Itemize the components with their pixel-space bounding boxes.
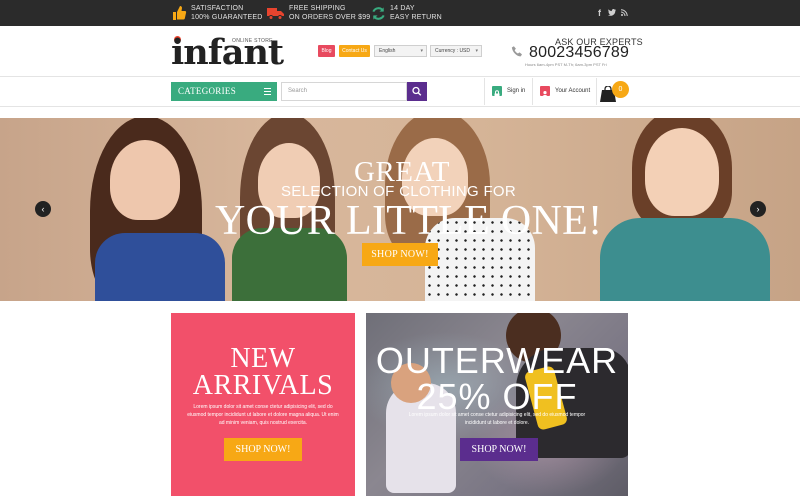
blog-link[interactable]: Blog [318,45,335,57]
your-account-link[interactable]: Your Account [555,88,590,94]
language-value: English [379,48,396,54]
child-dress [95,233,225,301]
promo-text: 14 DAY EASY RETURN [390,4,442,22]
outerwear-shop-now-button[interactable]: SHOP NOW! [460,438,538,461]
new-arrivals-title-line1: NEW [230,343,296,374]
search-input[interactable]: Search [281,82,407,101]
new-arrivals-banner[interactable]: NEW ARRIVALS Lorem ipsum dolor sit amet … [171,313,355,496]
phone-icon [511,46,522,57]
support-hours: Hours 6am-4pm PST M-Th; 6am-3pm PST Fri [525,62,607,67]
sign-in-link[interactable]: Sign in [507,88,525,94]
top-bar: SATISFACTION 100% GUARANTEED FREE SHIPPI… [0,0,800,26]
thumbs-up-icon [173,6,187,20]
new-arrivals-shop-now-button[interactable]: SHOP NOW! [224,438,302,461]
promo-line: ON ORDERS OVER $99 [289,14,371,21]
twitter-icon[interactable] [608,9,616,16]
new-arrivals-description: Lorem ipsum dolor sit amet conse ctetur … [187,404,339,426]
new-arrivals-title-line2: ARRIVALS [192,370,334,401]
outerwear-title-line1: OUTERWEAR [375,340,619,381]
nav-separator [596,78,597,105]
chevron-down-icon: ▾ [475,48,478,54]
hero-slider[interactable]: GREAT SELECTION OF CLOTHING FOR YOUR LIT… [0,118,800,301]
promo-line: EASY RETURN [390,14,442,21]
language-select[interactable]: English ▾ [374,45,427,57]
child-face [645,128,719,216]
slider-prev-arrow-icon[interactable]: ‹ [35,201,51,217]
categories-label: CATEGORIES [178,86,237,96]
promo-line: SATISFACTION [191,5,244,12]
promo-line: 100% GUARANTEED [191,14,263,21]
promo-line: FREE SHIPPING [289,5,346,12]
cart-count-badge[interactable]: 0 [612,81,629,98]
nav-separator [484,78,485,105]
phone-number[interactable]: 80023456789 [529,44,629,62]
promo-text: FREE SHIPPING ON ORDERS OVER $99 [289,4,370,22]
promo-satisfaction: SATISFACTION 100% GUARANTEED [171,4,262,22]
chevron-down-icon: ▾ [420,48,423,54]
categories-menu-button[interactable]: CATEGORIES [171,82,277,101]
outerwear-description: Lorem ipsum dolor sit amet conse ctetur … [408,412,586,426]
promo-return: 14 DAY EASY RETURN [371,4,442,22]
hero-headline-main: YOUR LITTLE ONE! [215,198,603,244]
rss-icon[interactable] [621,9,628,16]
search-icon [412,86,422,96]
child-dress [600,218,770,301]
header-divider [0,76,800,77]
slider-next-arrow-icon[interactable]: › [750,201,766,217]
currency-value: Currency : USD [435,48,471,54]
search-button[interactable] [407,82,427,101]
facebook-icon[interactable]: f [598,8,601,18]
currency-select[interactable]: Currency : USD ▾ [430,45,482,57]
promo-line: 14 DAY [390,5,415,12]
outerwear-title-line2: 25% OFF [416,376,578,417]
logo-tagline: ONLINE STORE [232,38,273,44]
hero-shop-now-button[interactable]: SHOP NOW! [362,243,438,266]
child-face [110,140,180,220]
hamburger-icon [264,88,271,97]
nav-separator [532,78,533,105]
promo-text: SATISFACTION 100% GUARANTEED [191,4,262,22]
truck-icon [267,8,284,20]
nav-divider [0,106,800,107]
promo-shipping: FREE SHIPPING ON ORDERS OVER $99 [267,4,370,22]
refresh-icon [372,6,385,20]
user-icon [540,86,550,98]
lock-icon [492,86,502,98]
outerwear-banner[interactable]: OUTERWEAR 25% OFF Lorem ipsum dolor sit … [366,313,628,496]
contact-us-link[interactable]: Contact Us [339,45,370,57]
